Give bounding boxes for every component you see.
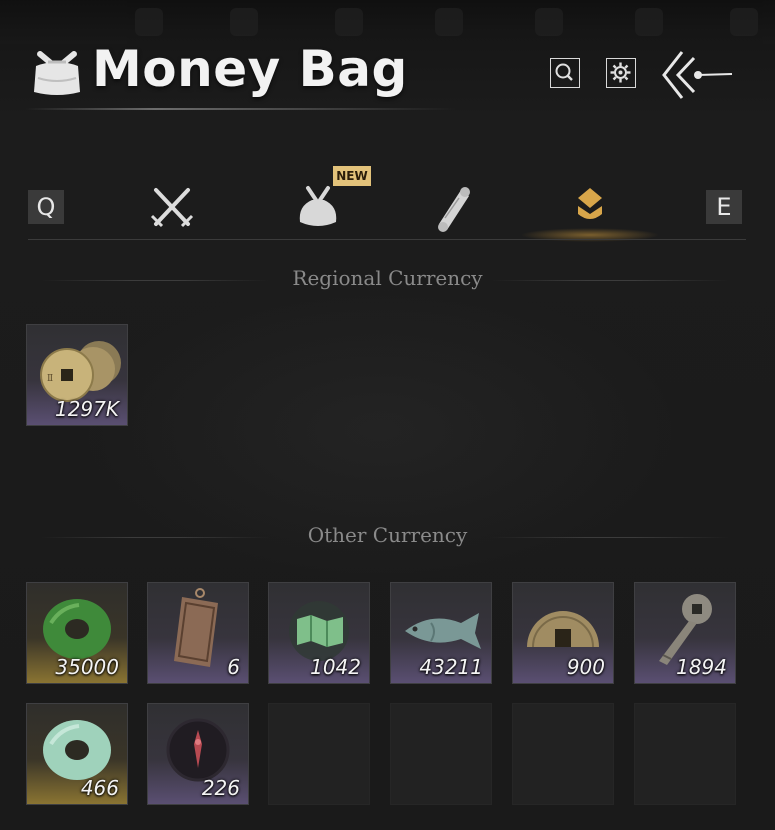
search-icon xyxy=(555,63,573,81)
item-count: 1042 xyxy=(310,655,361,679)
ingot-icon xyxy=(578,188,602,219)
inventory-slot[interactable]: Ⅱ 1297K xyxy=(26,324,128,426)
faded-menu-icon xyxy=(635,8,663,36)
inventory-slot[interactable]: 1042 xyxy=(268,582,370,684)
svg-text:Ⅱ: Ⅱ xyxy=(47,374,53,384)
tab-divider xyxy=(28,239,746,240)
faded-menu-icon xyxy=(135,8,163,36)
crossed-swords-icon xyxy=(150,188,194,228)
inventory-slot[interactable]: 6 xyxy=(147,582,249,684)
item-count: 35000 xyxy=(55,655,119,679)
top-menu-strip xyxy=(0,0,775,44)
faded-menu-icon xyxy=(230,8,258,36)
item-count: 6 xyxy=(227,655,240,679)
gear-icon xyxy=(610,62,631,83)
item-count: 1894 xyxy=(676,655,727,679)
item-count: 900 xyxy=(566,655,605,679)
tab-weapons[interactable] xyxy=(144,180,200,236)
item-count: 466 xyxy=(80,776,119,800)
cloth-bag-icon xyxy=(299,186,337,226)
tab-scrolls[interactable] xyxy=(425,180,481,236)
next-tab-key[interactable]: E xyxy=(706,190,742,224)
title-underline xyxy=(26,108,456,110)
prev-tab-key[interactable]: Q xyxy=(28,190,64,224)
regional-currency-header: Regional Currency xyxy=(292,266,483,290)
faded-menu-icon xyxy=(730,8,758,36)
inventory-slot[interactable]: 900 xyxy=(512,582,614,684)
scroll-icon xyxy=(438,187,470,232)
inventory-slot[interactable]: 35000 xyxy=(26,582,128,684)
tab-bags[interactable] xyxy=(290,180,346,236)
search-button[interactable] xyxy=(550,58,580,88)
item-count: 226 xyxy=(201,776,240,800)
inventory-slot[interactable]: 1894 xyxy=(634,582,736,684)
money-bag-icon xyxy=(30,48,84,98)
faded-menu-icon xyxy=(335,8,363,36)
empty-slot xyxy=(512,703,614,805)
new-badge: NEW xyxy=(333,166,371,186)
faded-menu-icon xyxy=(535,8,563,36)
back-arrow-icon xyxy=(662,51,733,99)
faded-menu-icon xyxy=(435,8,463,36)
back-button[interactable] xyxy=(660,48,736,102)
inventory-slot[interactable]: 466 xyxy=(26,703,128,805)
inventory-slot[interactable]: 43211 xyxy=(390,582,492,684)
tab-currency[interactable] xyxy=(562,180,618,236)
page-title: Money Bag xyxy=(92,40,408,98)
empty-slot xyxy=(634,703,736,805)
inventory-slot[interactable]: 226 xyxy=(147,703,249,805)
item-count: 1297K xyxy=(54,397,119,421)
empty-slot xyxy=(390,703,492,805)
other-currency-header: Other Currency xyxy=(307,523,468,547)
item-count: 43211 xyxy=(419,655,483,679)
empty-slot xyxy=(268,703,370,805)
settings-button[interactable] xyxy=(606,58,636,88)
